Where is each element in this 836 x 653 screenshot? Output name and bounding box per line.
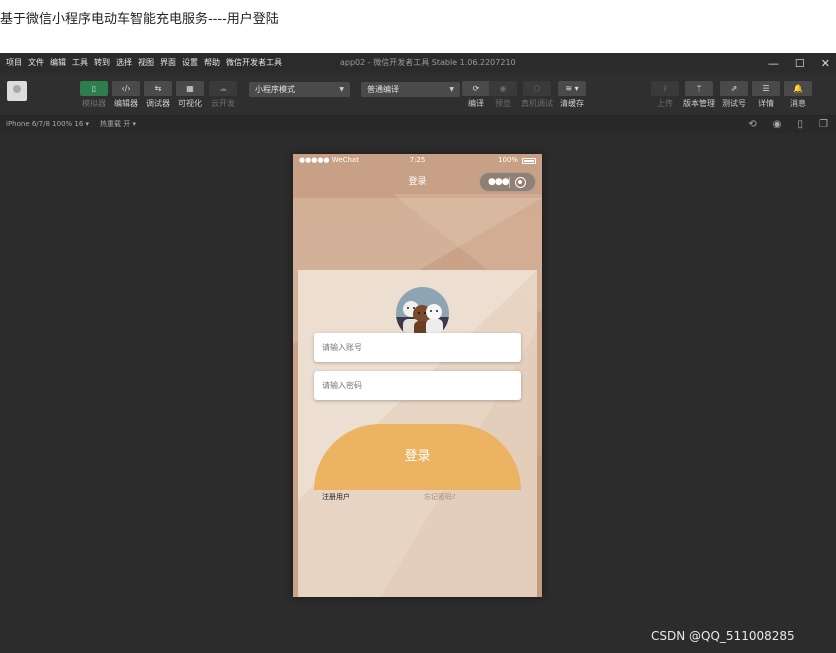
- simulator-button[interactable]: ▯ 模拟器: [79, 81, 109, 109]
- menu-icon: ☰: [752, 81, 780, 96]
- external-link-icon: ⇗: [720, 81, 748, 96]
- test-account-label: 测试号: [722, 99, 746, 108]
- simulator-label: 模拟器: [82, 99, 106, 108]
- more-icon[interactable]: ●●●: [488, 173, 510, 191]
- test-account-button[interactable]: ⇗ 测试号: [719, 81, 749, 109]
- cloud-label: 云开发: [211, 99, 235, 108]
- visual-icon: ▦: [176, 81, 204, 96]
- compile-label: 编译: [468, 99, 484, 108]
- battery-percent: 100%: [497, 156, 518, 164]
- capsule-divider: [509, 177, 510, 188]
- device-model-select[interactable]: iPhone 6/7/8 100% 16 ▾: [6, 116, 89, 133]
- watermark: CSDN @QQ_511008285: [651, 629, 795, 643]
- menu-project[interactable]: 项目: [6, 53, 22, 73]
- login-button[interactable]: 登录: [314, 424, 521, 490]
- hot-reload-toggle[interactable]: 热重载 开 ▾: [100, 116, 136, 133]
- menu-edit[interactable]: 编辑: [50, 53, 66, 73]
- upload-label: 上传: [657, 99, 673, 108]
- version-button[interactable]: ᛘ 版本管理: [683, 81, 715, 109]
- preview-label: 预览: [495, 99, 511, 108]
- cloud-button[interactable]: ☁ 云开发: [208, 81, 238, 109]
- refresh-icon: ⟳: [462, 81, 490, 96]
- remote-debug-button[interactable]: ⬡ 真机调试: [521, 81, 553, 109]
- messages-label: 消息: [790, 99, 806, 108]
- menu-settings[interactable]: 设置: [182, 53, 198, 73]
- menu-goto[interactable]: 转到: [94, 53, 110, 73]
- user-avatar[interactable]: [7, 81, 27, 101]
- upload-icon: ⇪: [651, 81, 679, 96]
- compile-button[interactable]: ⟳ 编译: [461, 81, 491, 109]
- debugger-button[interactable]: ⇆ 调试器: [143, 81, 173, 109]
- menu-devtools[interactable]: 微信开发者工具: [226, 53, 282, 73]
- close-icon[interactable]: ✕: [821, 57, 830, 70]
- clear-cache-label: 清缓存: [560, 99, 584, 108]
- register-link[interactable]: 注册用户: [322, 492, 350, 502]
- device-bar-icons: ⟲ ◉ ▯ ❐: [748, 116, 828, 133]
- debugger-icon: ⇆: [144, 81, 172, 96]
- editor-label: 编辑器: [114, 99, 138, 108]
- debugger-label: 调试器: [146, 99, 170, 108]
- password-input[interactable]: 请输入密码: [314, 371, 521, 400]
- device-bar: iPhone 6/7/8 100% 16 ▾ 热重载 开 ▾ ⟲ ◉ ▯ ❐: [0, 115, 836, 133]
- cloud-icon: ☁: [209, 81, 237, 96]
- code-icon: ‹/›: [112, 81, 140, 96]
- status-bar: ●●●●● WeChat 7:25 100%: [293, 154, 542, 168]
- details-button[interactable]: ☰ 详情: [751, 81, 781, 109]
- menu-view[interactable]: 视图: [138, 53, 154, 73]
- menu-select[interactable]: 选择: [116, 53, 132, 73]
- menu-help[interactable]: 帮助: [204, 53, 220, 73]
- account-input[interactable]: 请输入账号: [314, 333, 521, 362]
- visual-label: 可视化: [178, 99, 202, 108]
- menu-tools[interactable]: 工具: [72, 53, 88, 73]
- login-card: 请输入账号 请输入密码 登录 注册用户 忘记密码?: [298, 270, 537, 597]
- preview-button[interactable]: ◉ 预览: [488, 81, 518, 109]
- devtools-window: 项目 文件 编辑 工具 转到 选择 视图 界面 设置 帮助 微信开发者工具 ap…: [0, 53, 836, 653]
- window-title: app02 - 微信开发者工具 Stable 1.06.2207210: [340, 58, 516, 67]
- compile-select[interactable]: 普通编译 ▼: [361, 82, 460, 97]
- visual-button[interactable]: ▦ 可视化: [175, 81, 205, 109]
- clear-cache-button[interactable]: ≋ ▾ 清缓存: [557, 81, 587, 109]
- simulator-phone: ●●●●● WeChat 7:25 100% 登录 ●●● 请输入账号 请输入密…: [293, 154, 542, 597]
- mode-select-value: 小程序模式: [255, 85, 295, 94]
- details-label: 详情: [758, 99, 774, 108]
- minimize-icon[interactable]: —: [768, 57, 779, 70]
- menu-interface[interactable]: 界面: [160, 53, 176, 73]
- phone-icon[interactable]: ▯: [798, 119, 804, 130]
- eye-icon: ◉: [489, 81, 517, 96]
- record-icon[interactable]: ◉: [773, 119, 782, 130]
- rotate-icon[interactable]: ⟲: [748, 119, 756, 130]
- close-mini-program-icon[interactable]: [515, 177, 526, 188]
- battery-icon: [522, 158, 536, 164]
- forgot-password-link[interactable]: 忘记密码?: [424, 492, 456, 502]
- editor-button[interactable]: ‹/› 编辑器: [111, 81, 141, 109]
- bell-icon: 🔔: [784, 81, 812, 96]
- window-controls: — ☐ ✕: [768, 53, 830, 73]
- chevron-down-icon: ▼: [339, 86, 344, 93]
- menu-bar: 项目 文件 编辑 工具 转到 选择 视图 界面 设置 帮助 微信开发者工具 ap…: [0, 53, 836, 73]
- upload-button[interactable]: ⇪ 上传: [650, 81, 680, 109]
- menu-file[interactable]: 文件: [28, 53, 44, 73]
- toolbar: ▯ 模拟器 ‹/› 编辑器 ⇆ 调试器 ▦ 可视化 ☁ 云开发 小程序模式 ▼ …: [0, 73, 836, 115]
- article-title: 基于微信小程序电动车智能充电服务----用户登陆: [0, 12, 279, 27]
- menu-items: 项目 文件 编辑 工具 转到 选择 视图 界面 设置 帮助 微信开发者工具: [6, 53, 282, 73]
- layers-icon: ≋ ▾: [558, 81, 586, 96]
- compile-select-value: 普通编译: [367, 85, 399, 94]
- mini-program-navbar: 登录 ●●●: [293, 168, 542, 198]
- cube-icon: ⬡: [523, 81, 551, 96]
- chevron-down-icon: ▼: [449, 86, 454, 93]
- maximize-icon[interactable]: ☐: [795, 57, 805, 70]
- branch-icon: ᛘ: [685, 81, 713, 96]
- messages-button[interactable]: 🔔 消息: [783, 81, 813, 109]
- remote-debug-label: 真机调试: [521, 99, 553, 108]
- version-label: 版本管理: [683, 99, 715, 108]
- mode-select[interactable]: 小程序模式 ▼: [249, 82, 350, 97]
- window-icon[interactable]: ❐: [819, 119, 828, 130]
- capsule-menu[interactable]: ●●●: [479, 172, 536, 192]
- simulator-icon: ▯: [80, 81, 108, 96]
